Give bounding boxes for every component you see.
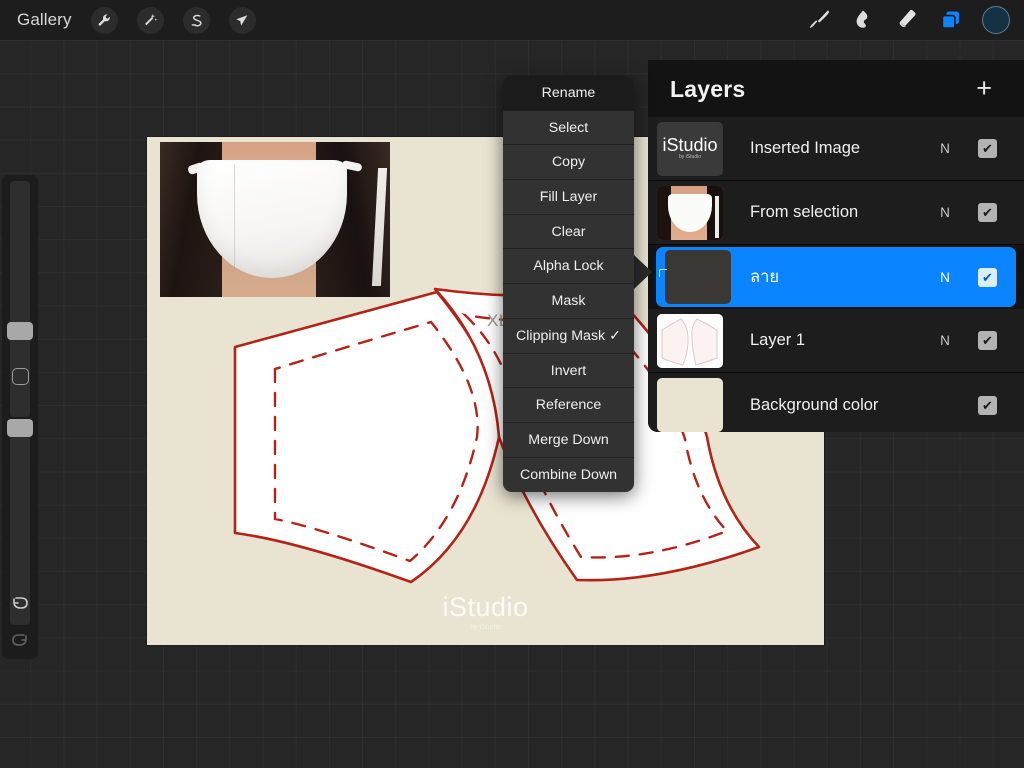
pattern-pieces-thumbnail (657, 313, 723, 368)
layer-name[interactable]: Layer 1 (750, 331, 932, 350)
add-layer-button[interactable]: + (976, 75, 992, 102)
layer-visibility-checkbox[interactable]: ✔ (978, 331, 997, 350)
color-swatch-button[interactable] (982, 6, 1010, 34)
layer-name[interactable]: Inserted Image (750, 139, 932, 158)
menu-item-mask[interactable]: Mask (503, 284, 634, 319)
layer-blend-mode[interactable]: N (932, 141, 958, 156)
thumbnail-strap (715, 195, 719, 238)
layer-thumbnail[interactable] (657, 378, 723, 432)
pattern-thumbnail-art (661, 317, 718, 366)
layer-row-lai-selected[interactable]: ลาย N ✔ (648, 245, 1024, 309)
undo-button[interactable] (2, 588, 38, 618)
layer-visibility-checkbox[interactable]: ✔ (978, 267, 997, 287)
layer-name[interactable]: Background color (750, 396, 932, 415)
eraser-button[interactable] (885, 0, 929, 40)
menu-item-clear[interactable]: Clear (503, 214, 634, 250)
canvas-watermark: iStudio (442, 592, 529, 622)
magic-wand-icon (144, 13, 157, 25)
transform-arrow-icon (235, 14, 247, 26)
layer-name[interactable]: ลาย (750, 264, 932, 290)
layer-row-from-selection[interactable]: From selection N ✔ (648, 181, 1024, 245)
canvas-watermark-subtext: by iStudio (470, 624, 501, 631)
layer-row-background-color[interactable]: Background color ✔ (648, 373, 1024, 432)
istudio-logo-thumbnail: iStudio by iStudio (657, 121, 723, 176)
selection-button[interactable] (182, 6, 210, 34)
layer-row-layer-1[interactable]: Layer 1 N ✔ (648, 309, 1024, 373)
background-color-swatch-thumbnail (657, 378, 723, 432)
undo-arrow-icon (13, 597, 28, 609)
layer-thumbnail[interactable]: iStudio by iStudio (657, 121, 723, 176)
modify-button[interactable] (12, 368, 29, 385)
layer-blend-mode[interactable]: N (932, 270, 958, 285)
smudge-button[interactable] (841, 0, 885, 40)
thumbnail-logo-subtext: by iStudio (679, 154, 701, 160)
menu-item-fill-layer[interactable]: Fill Layer (503, 180, 634, 215)
top-toolbar: Gallery (0, 0, 1024, 40)
menu-item-reference[interactable]: Reference (503, 388, 634, 423)
layer-row-inserted-image[interactable]: iStudio by iStudio Inserted Image N ✔ (648, 117, 1024, 181)
layer-thumbnail[interactable] (665, 250, 731, 304)
eraser-icon (899, 9, 916, 28)
layers-panel-title: Layers (670, 76, 746, 102)
adjustments-magic-wand-button[interactable] (136, 6, 164, 34)
layer-thumbnail[interactable] (657, 185, 723, 240)
layer-visibility-checkbox[interactable]: ✔ (978, 203, 997, 222)
menu-item-copy[interactable]: Copy (503, 145, 634, 181)
context-menu-pointer (634, 255, 652, 289)
gallery-button[interactable]: Gallery (17, 10, 72, 30)
layers-panel[interactable]: Layers + iStudio by iStudio Inserted Ima… (648, 60, 1024, 432)
redo-arrow-icon (12, 634, 27, 646)
layer-context-menu[interactable]: Rename Select Copy Fill Layer Clear Alph… (503, 76, 634, 493)
menu-item-rename[interactable]: Rename (503, 76, 634, 111)
layer-thumbnail[interactable] (657, 313, 723, 368)
menu-item-select[interactable]: Select (503, 110, 634, 146)
menu-item-alpha-lock[interactable]: Alpha Lock (503, 249, 634, 285)
layers-icon (941, 11, 959, 29)
mask-photo-thumbnail (657, 185, 723, 240)
paintbrush-button[interactable] (797, 0, 841, 40)
layer-visibility-checkbox[interactable]: ✔ (978, 395, 997, 415)
brush-size-slider-knob[interactable] (7, 322, 33, 340)
menu-item-clipping-mask[interactable]: Clipping Mask ✓ (503, 318, 634, 354)
smudge-icon (856, 10, 868, 28)
opacity-slider-knob[interactable] (7, 419, 33, 437)
layers-button[interactable] (929, 0, 973, 40)
clipping-mask-indicator-icon (659, 269, 667, 277)
menu-item-merge-down[interactable]: Merge Down (503, 422, 634, 458)
wrench-icon (98, 13, 110, 26)
selection-icon (191, 14, 202, 26)
paintbrush-icon (809, 10, 829, 28)
layer-visibility-checkbox[interactable]: ✔ (978, 139, 997, 158)
thumbnail-logo-text: iStudio (662, 135, 718, 155)
actions-wrench-button[interactable] (90, 6, 118, 34)
transform-button[interactable] (228, 6, 256, 34)
layer-blend-mode[interactable]: N (932, 333, 958, 348)
menu-item-combine-down[interactable]: Combine Down (503, 457, 634, 493)
layer-blend-mode[interactable]: N (932, 205, 958, 220)
menu-item-invert[interactable]: Invert (503, 353, 634, 389)
redo-button[interactable] (2, 625, 38, 655)
top-toolbar-right-tools (797, 0, 1015, 40)
layer-name[interactable]: From selection (750, 203, 932, 222)
layers-panel-header: Layers + (648, 60, 1024, 117)
left-toolbar (2, 175, 38, 659)
